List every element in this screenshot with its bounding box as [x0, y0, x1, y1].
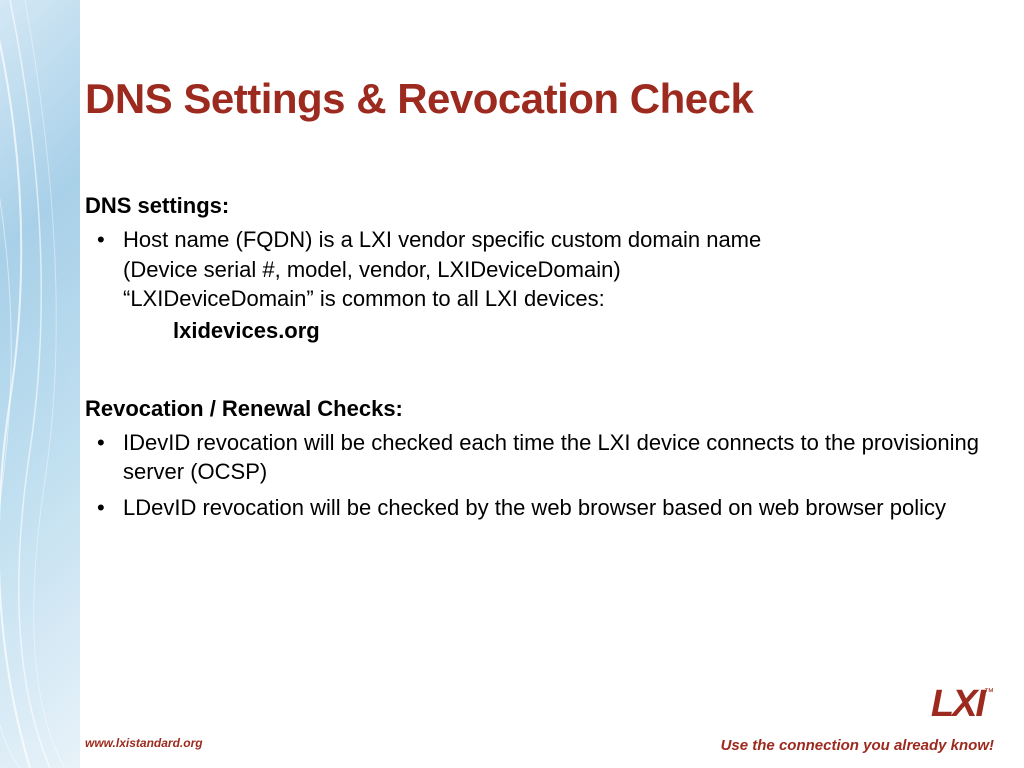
- domain-text: lxidevices.org: [123, 316, 984, 346]
- logo-text: LXI: [931, 683, 984, 725]
- section1-heading: DNS settings:: [85, 193, 984, 219]
- slide-content: DNS Settings & Revocation Check DNS sett…: [85, 75, 984, 573]
- list-item: IDevID revocation will be checked each t…: [85, 428, 984, 487]
- bullet-text-line: “LXIDeviceDomain” is common to all LXI d…: [123, 286, 605, 311]
- slide-title: DNS Settings & Revocation Check: [85, 75, 984, 123]
- lxi-logo: LXI™: [931, 683, 994, 726]
- list-item: Host name (FQDN) is a LXI vendor specifi…: [85, 225, 984, 346]
- section1-list: Host name (FQDN) is a LXI vendor specifi…: [85, 225, 984, 346]
- footer-tagline: Use the connection you already know!: [721, 737, 994, 754]
- trademark-symbol: ™: [984, 687, 994, 698]
- section2-heading: Revocation / Renewal Checks:: [85, 396, 984, 422]
- bullet-text-line: (Device serial #, model, vendor, LXIDevi…: [123, 257, 621, 282]
- slide-left-decoration: [0, 0, 80, 768]
- footer-url: www.lxistandard.org: [85, 736, 203, 750]
- section2-list: IDevID revocation will be checked each t…: [85, 428, 984, 523]
- bullet-text-line: Host name (FQDN) is a LXI vendor specifi…: [123, 227, 761, 252]
- list-item: LDevID revocation will be checked by the…: [85, 493, 984, 523]
